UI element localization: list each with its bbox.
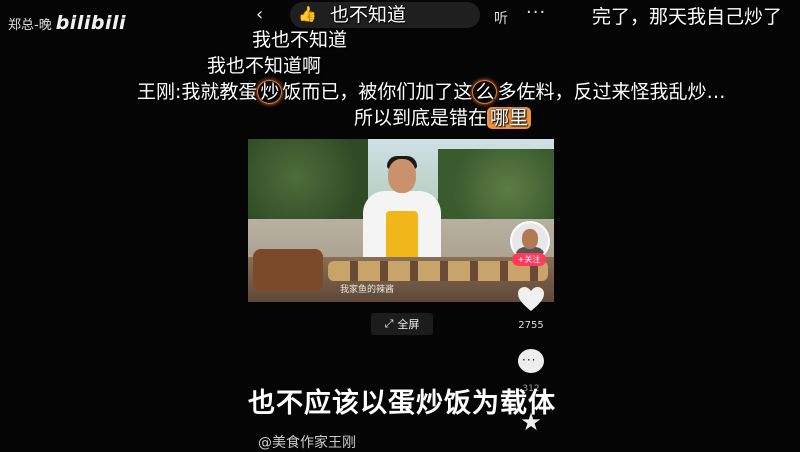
danmaku-line-4-mid: 饭而已，被你们加了这 (282, 81, 473, 103)
danmaku-line-4-pre: 王刚:我就教蛋 (137, 81, 258, 103)
bilibili-logo: bilibili (55, 12, 126, 34)
fullscreen-button[interactable]: ⤢ 全屏 (371, 313, 433, 335)
video-player[interactable]: 我家鱼的辣酱 +关注 (248, 139, 554, 302)
video-caption: 也不应该以蛋炒饭为载体 (248, 388, 556, 419)
danmaku-line-1: 也不知道 (330, 4, 407, 26)
comment-icon: ··· (518, 349, 544, 373)
danmaku-line-3: 我也不知道啊 (207, 55, 322, 77)
fullscreen-label: 全屏 (397, 318, 420, 331)
heart-icon (518, 287, 544, 311)
follow-button[interactable]: +关注 (512, 253, 546, 266)
comment-button[interactable]: ··· (516, 349, 546, 373)
danmaku-line-2: 我也不知道 (252, 29, 348, 51)
back-icon[interactable]: ‹ (256, 4, 263, 25)
video-subtitle: 我家鱼的辣酱 (340, 285, 395, 295)
trees (438, 149, 554, 229)
danmaku-highlight-circle-2: 么 (472, 80, 498, 104)
chef-head (388, 159, 416, 193)
danmaku-line-5-pre: 所以到底是错在 (354, 107, 488, 129)
danmaku-line-4: 王刚:我就教蛋炒饭而已，被你们加了这么多佐料，反过来怪我乱炒… (137, 77, 725, 104)
bilibili-watermark: 郑总-晚 bilibili (8, 12, 126, 34)
thumbs-up-icon: 👍 (298, 5, 317, 23)
like-button[interactable] (516, 286, 546, 316)
danmaku-line-5: 所以到底是错在 哪里 (354, 103, 532, 130)
wok (253, 249, 323, 291)
watermark-author: 郑总-晚 (8, 17, 52, 33)
listen-button[interactable]: 听 (494, 8, 508, 28)
author-tag[interactable]: @美食作家王刚 (258, 432, 356, 452)
danmaku-highlight-box: 哪里 (487, 107, 532, 129)
fullscreen-icon: ⤢ (384, 317, 394, 330)
danmaku-highlight-circle: 炒 (257, 80, 283, 104)
danmaku-line-4-post: 多佐料，反过来怪我乱炒… (497, 81, 726, 103)
more-icon[interactable]: ··· (526, 2, 546, 23)
danmaku-top-right: 完了，那天我自己炒了 (592, 6, 783, 28)
video-frame-cooking-scene: 我家鱼的辣酱 (248, 139, 554, 302)
like-count: 2755 (518, 320, 544, 331)
